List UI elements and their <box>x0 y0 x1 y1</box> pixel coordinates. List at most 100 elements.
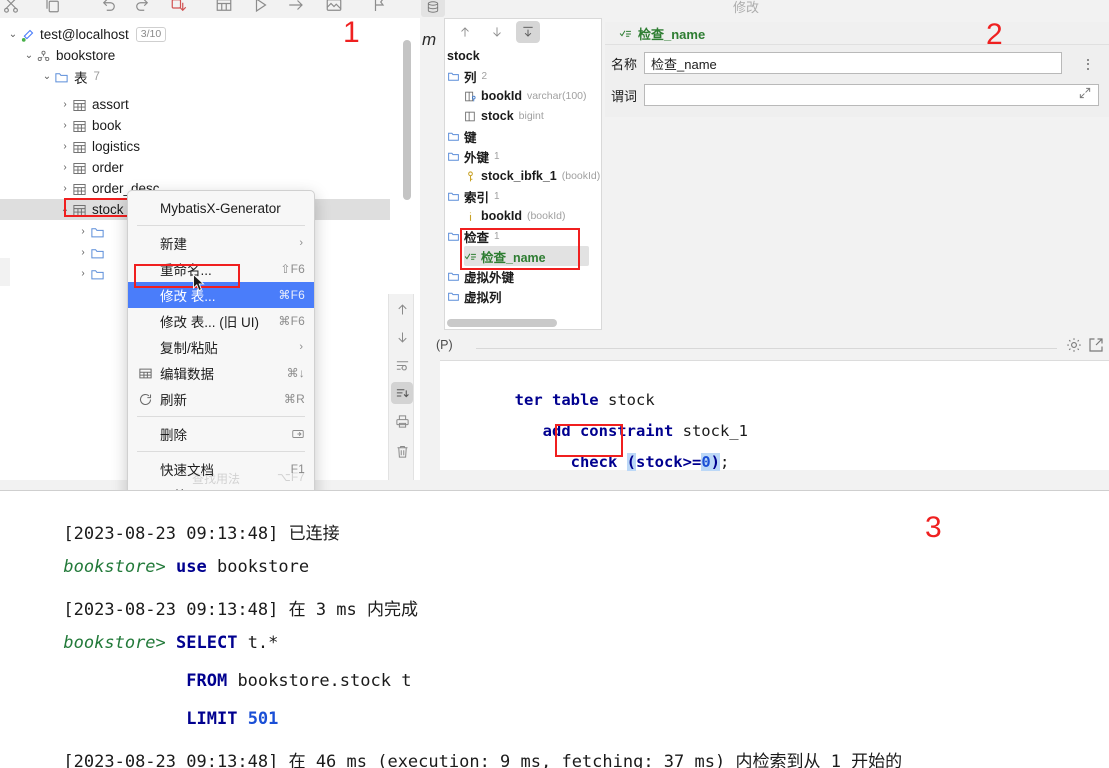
node-virtual-columns-folder[interactable]: 虚拟列 <box>447 286 502 306</box>
chevron-right-icon[interactable]: › <box>76 226 90 237</box>
undo-icon[interactable] <box>100 0 118 14</box>
export-icon[interactable] <box>325 0 343 14</box>
chevron-right-icon[interactable]: › <box>58 162 72 173</box>
folder-icon <box>447 290 464 303</box>
chevron-right-icon[interactable]: › <box>58 120 72 131</box>
menu-item-modify-table-old-ui[interactable]: 修改 表... (旧 UI) ⌘F6 <box>128 308 314 334</box>
cut-icon[interactable] <box>2 0 20 14</box>
move-up-button[interactable] <box>454 22 476 42</box>
chevron-down-icon[interactable]: ⌄ <box>6 29 20 40</box>
node-column-bookid[interactable]: bookId varchar(100) <box>464 86 587 106</box>
console-keyword: SELECT <box>176 633 238 653</box>
tree-item-child-folder[interactable]: › <box>76 242 109 263</box>
node-type: varchar(100) <box>526 90 587 102</box>
chevron-down-icon[interactable]: ⌄ <box>58 204 72 215</box>
structure-horizontal-scrollbar[interactable] <box>447 319 557 327</box>
tree-item-child-folder[interactable]: › <box>76 263 109 284</box>
key-icon <box>464 170 481 183</box>
revert-icon[interactable] <box>170 0 188 14</box>
menu-item-delete[interactable]: 删除 <box>128 421 314 447</box>
annotation-number-3: 3 <box>925 511 942 544</box>
chevron-right-icon[interactable]: › <box>76 247 90 258</box>
menu-item-copy-paste[interactable]: 复制/粘贴 › <box>128 334 314 360</box>
screenshot-root: ⌄ test@localhost 3/10 ⌄ bookstore ⌄ 表 7 … <box>0 0 1109 768</box>
menu-item-label: 删除 <box>160 428 187 443</box>
menu-item-label: 重命名... <box>160 263 212 278</box>
node-check-constraint[interactable]: 检查_name <box>464 246 589 266</box>
node-checks-folder[interactable]: 检查 1 <box>447 226 500 246</box>
copy-icon[interactable] <box>44 0 62 14</box>
move-down-button[interactable] <box>486 22 508 42</box>
menu-item-modify-table[interactable]: 修改 表... ⌘F6 <box>128 282 314 308</box>
run-icon[interactable] <box>252 0 270 14</box>
chevron-down-icon[interactable]: ⌄ <box>22 50 36 61</box>
scroll-down-button[interactable] <box>391 326 413 348</box>
node-fk-stock-ibfk-1[interactable]: stock_ibfk_1 (bookId) <box>464 166 600 186</box>
node-column-stock[interactable]: stock bigint <box>464 106 544 126</box>
menu-item-refresh[interactable]: 刷新 ⌘R <box>128 386 314 412</box>
tree-item-child-folder[interactable]: › <box>76 221 109 242</box>
node-keys-folder[interactable]: 键 <box>447 126 477 146</box>
node-label: 虚拟列 <box>464 290 502 305</box>
tree-scrollbar[interactable] <box>403 40 411 200</box>
menu-item-mybatisx-generator[interactable]: MybatisX-Generator <box>128 195 314 221</box>
table-icon[interactable] <box>215 0 233 14</box>
pin-icon[interactable] <box>371 0 389 14</box>
folder-icon <box>54 69 73 85</box>
menu-separator <box>137 451 305 452</box>
expand-all-button[interactable] <box>516 21 540 43</box>
structure-tree-nodes: stock 列 2 bookId varchar(100) stock bigi… <box>445 46 601 311</box>
menu-item-label: 复制/粘贴 <box>160 341 218 356</box>
chevron-right-icon[interactable]: › <box>58 183 72 194</box>
tree-item-schema[interactable]: ⌄ bookstore <box>22 45 116 66</box>
menu-item-new[interactable]: 新建 › <box>128 230 314 256</box>
tree-item-tables-folder[interactable]: ⌄ 表 7 <box>40 66 100 87</box>
tree-item-logistics[interactable]: › logistics <box>58 136 140 157</box>
console-text: t.* <box>237 633 279 653</box>
node-count: 1 <box>494 190 500 202</box>
export-data-button[interactable] <box>391 382 413 404</box>
node-stock[interactable]: stock <box>447 46 480 66</box>
node-label: 虚拟外键 <box>464 270 515 285</box>
chevron-right-icon[interactable]: › <box>76 268 90 279</box>
clipped-letter-m: m <box>422 30 437 49</box>
chevron-right-icon[interactable]: › <box>58 141 72 152</box>
connection-badge: 3/10 <box>135 27 167 42</box>
redo-icon[interactable] <box>133 0 151 14</box>
folder-icon <box>447 230 464 243</box>
tree-item-order[interactable]: › order <box>58 157 123 178</box>
folder-icon <box>90 245 109 261</box>
arrow-right-icon[interactable] <box>287 0 305 14</box>
trash-icon[interactable] <box>391 440 413 462</box>
tree-item-connection[interactable]: ⌄ test@localhost 3/10 <box>6 24 167 45</box>
database-tab-icon[interactable] <box>421 0 445 17</box>
soft-wrap-button[interactable] <box>391 354 413 376</box>
property-form-header: 检查_name <box>605 22 1109 45</box>
node-virtual-fk-folder[interactable]: 虚拟外键 <box>447 266 514 286</box>
constraint-name-field[interactable] <box>644 52 1062 74</box>
chevron-down-icon[interactable]: ⌄ <box>40 71 54 82</box>
node-foreign-keys-folder[interactable]: 外键 1 <box>447 146 500 166</box>
popout-icon[interactable] <box>1087 336 1105 354</box>
tree-item-book[interactable]: › book <box>58 115 121 136</box>
scroll-up-button[interactable] <box>391 298 413 320</box>
expand-editor-button[interactable] <box>1078 86 1094 102</box>
sql-preview-header: (P) <box>432 336 1109 358</box>
gear-icon[interactable] <box>1065 336 1083 354</box>
folder-icon <box>90 266 109 282</box>
node-index-bookid[interactable]: bookId (bookId) <box>464 206 566 226</box>
predicate-field[interactable] <box>644 84 1099 106</box>
tree-item-assort[interactable]: › assort <box>58 94 128 115</box>
delete-tag-icon <box>291 427 314 442</box>
menu-item-rename[interactable]: 重命名... ⇧F6 <box>128 256 314 282</box>
more-options-button[interactable] <box>1082 54 1094 74</box>
chevron-right-icon[interactable]: › <box>58 99 72 110</box>
node-columns-folder[interactable]: 列 2 <box>447 66 487 86</box>
query-console[interactable]: [2023-08-23 09:13:48] 已连接 bookstore> use… <box>0 490 1109 768</box>
print-button[interactable] <box>391 410 413 432</box>
menu-item-edit-data[interactable]: 编辑数据 ⌘↓ <box>128 360 314 386</box>
predicate-field-label: 谓词 <box>611 88 638 104</box>
node-indexes-folder[interactable]: 索引 1 <box>447 186 500 206</box>
sql-preview-editor[interactable]: ter table stock add constraint stock_1 c… <box>440 360 1109 471</box>
